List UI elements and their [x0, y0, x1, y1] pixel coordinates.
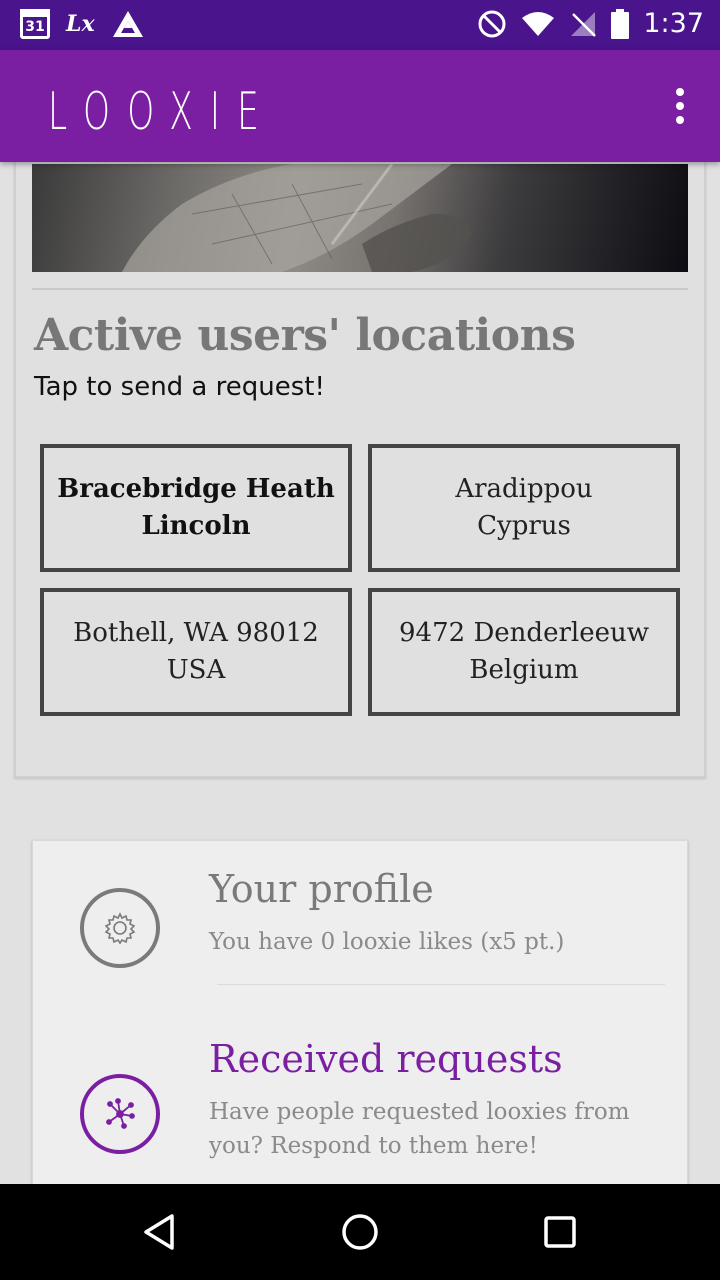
recents-icon[interactable]	[536, 1208, 584, 1256]
location-line1: Bothell, WA 98012	[73, 618, 319, 648]
location-line2: USA	[166, 655, 226, 685]
calendar-icon: 31	[20, 9, 50, 39]
do-not-disturb-icon	[478, 10, 506, 37]
app-bar: LOOXIE	[0, 50, 720, 162]
app-title: LOOXIE	[48, 82, 277, 142]
menu-divider	[217, 984, 665, 985]
system-icons: 1:37	[477, 8, 704, 39]
battery-icon	[611, 8, 630, 39]
location-line1: Aradippou	[455, 474, 593, 504]
requests-title[interactable]: Received requests	[209, 1037, 563, 1081]
overflow-menu-icon[interactable]	[670, 88, 690, 128]
main-content[interactable]: Active users' locations Tap to send a re…	[0, 162, 720, 1184]
requests-subtitle: Have people requested looxies from you? …	[209, 1099, 630, 1159]
location-line2: Lincoln	[141, 511, 251, 541]
navigation-bar	[0, 1184, 720, 1280]
status-bar: 31 Lx 1:37	[0, 0, 720, 50]
profile-subtitle: You have 0 looxie likes (x5 pt.)	[209, 929, 565, 955]
home-icon[interactable]	[336, 1208, 384, 1256]
network-icon[interactable]	[80, 1074, 160, 1154]
menu-card: Your profile You have 0 looxie likes (x5…	[32, 840, 688, 1184]
location-line2: Cyprus	[477, 511, 571, 541]
no-signal-icon	[571, 11, 597, 37]
map-photo-image	[122, 164, 472, 272]
looxie-notification-icon: Lx	[66, 11, 95, 37]
location-tile[interactable]: Bothell, WA 98012 USA	[40, 588, 352, 716]
location-tile[interactable]: 9472 Denderleeuw Belgium	[368, 588, 680, 716]
section-divider	[32, 288, 688, 290]
location-line2: Belgium	[469, 655, 579, 685]
location-tile[interactable]: Aradippou Cyprus	[368, 444, 680, 572]
map-photo	[32, 164, 688, 272]
clock: 1:37	[643, 8, 704, 39]
location-line1: 9472 Denderleeuw	[399, 618, 649, 648]
triangle-app-icon	[112, 11, 143, 37]
locations-heading: Active users' locations	[34, 310, 576, 361]
wifi-icon	[522, 11, 555, 36]
profile-title[interactable]: Your profile	[209, 867, 434, 911]
notification-icons: 31 Lx	[20, 9, 145, 39]
calendar-day: 31	[25, 19, 45, 35]
location-tile[interactable]: Bracebridge Heath Lincoln	[40, 444, 352, 572]
locations-subtitle: Tap to send a request!	[34, 372, 325, 402]
gear-icon[interactable]	[80, 888, 160, 968]
locations-card: Active users' locations Tap to send a re…	[14, 162, 706, 778]
back-icon[interactable]	[136, 1208, 184, 1256]
location-line1: Bracebridge Heath	[57, 474, 335, 504]
